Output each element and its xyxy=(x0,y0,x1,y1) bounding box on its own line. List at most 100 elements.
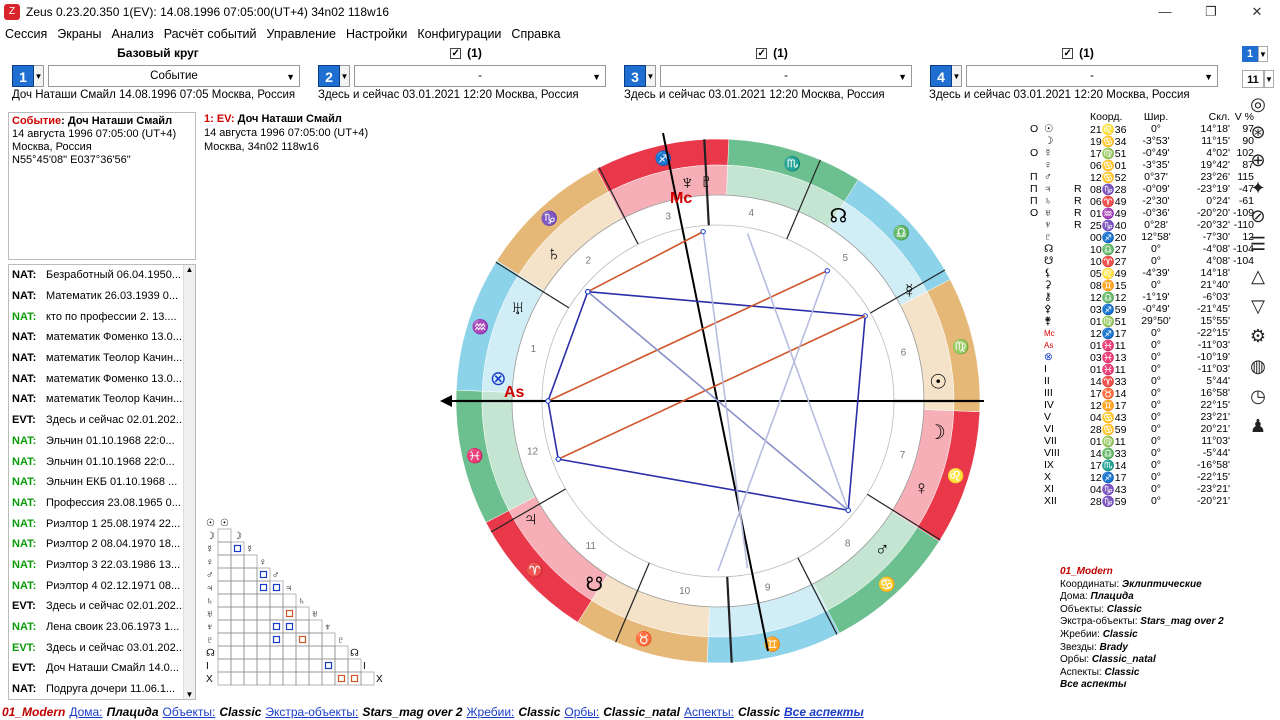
table-row[interactable]: ☊ 10♎27 0° -4°08' -104 xyxy=(1030,243,1254,256)
planet-icon[interactable]: ☊ xyxy=(829,206,847,228)
chevron-down-icon[interactable]: ▼ xyxy=(1264,70,1274,88)
list-item[interactable]: NAT: Эльчин 01.10.1968 22:0... xyxy=(9,451,195,472)
close-button[interactable]: ✕ xyxy=(1234,0,1280,24)
list-item[interactable]: NAT: математик Фоменко 13.0... xyxy=(9,368,195,389)
status-lots-link[interactable]: Жребии: xyxy=(466,705,514,719)
aspects-icon[interactable]: ⊘ xyxy=(1246,204,1270,228)
chevron-down-icon[interactable]: ▼ xyxy=(1258,46,1268,62)
menu-session[interactable]: Сессия xyxy=(0,27,52,41)
list-item[interactable]: NAT: Риэлтор 3 22.03.1986 13... xyxy=(9,555,195,576)
chart-4-number[interactable]: 4 xyxy=(930,65,952,87)
planet-icon[interactable]: ☿ xyxy=(902,281,917,303)
list-item[interactable]: NAT: математик Фоменко 13.0... xyxy=(9,327,195,348)
table-row[interactable]: III 17♉14 0° 16°58' xyxy=(1030,387,1254,400)
chart-1-number[interactable]: 1 xyxy=(12,65,34,87)
table-row[interactable]: ⚳ 08♊15 0° 21°40' xyxy=(1030,279,1254,292)
list-item[interactable]: NAT: Безработный 06.04.1950... xyxy=(9,265,195,286)
list-item[interactable]: NAT: Подруга дочери 11.06.1... xyxy=(9,679,195,699)
list-item[interactable]: NAT: Риэлтор 1 25.08.1974 22... xyxy=(9,513,195,534)
chart-3-combo[interactable]: - ▼ xyxy=(660,65,912,87)
list-item[interactable]: NAT: Эльчин 01.10.1968 22:0... xyxy=(9,431,195,452)
planet-icon[interactable]: ♇ xyxy=(699,170,714,192)
menu-control[interactable]: Управление xyxy=(262,27,342,41)
list-item[interactable]: NAT: математик Теолор Качин... xyxy=(9,348,195,369)
table-row[interactable]: X 12♐17 0° -22°15' xyxy=(1030,471,1254,484)
minimize-button[interactable]: — xyxy=(1142,0,1188,24)
chevron-down-icon[interactable]: ▼ xyxy=(952,65,962,87)
panel-3-checkbox[interactable]: ✓ xyxy=(756,47,768,59)
list-item[interactable]: NAT: Лена своик 23.06.1973 1... xyxy=(9,617,195,638)
table-row[interactable]: I 01♓11 0° -11°03' xyxy=(1030,363,1254,376)
table-row[interactable]: As 01♓11 0° -11°03' xyxy=(1030,339,1254,352)
chart-2-combo[interactable]: - ▼ xyxy=(354,65,606,87)
table-row[interactable]: VI 28♋59 0° 20°21' xyxy=(1030,423,1254,436)
table-row[interactable]: IX 17♏14 0° -16°58' xyxy=(1030,459,1254,472)
status-all-aspects-link[interactable]: Все аспекты xyxy=(784,705,864,719)
filter-icon[interactable]: ▽ xyxy=(1246,294,1270,318)
table-row[interactable]: ☋ 10♈27 0° 4°08' -104 xyxy=(1030,255,1254,268)
table-row[interactable]: II 14♈33 0° 5°44' xyxy=(1030,375,1254,388)
status-objects-link[interactable]: Объекты: xyxy=(163,705,216,719)
table-row[interactable]: ⚴ 03♐59 -0°49' -21°45' xyxy=(1030,303,1254,316)
table-row[interactable]: ♀ 06♋01 -3°35' 19°42' 87 xyxy=(1030,159,1254,172)
list-item[interactable]: EVT: Здесь и сейчас 03.01.202... xyxy=(9,637,195,658)
planet-icon[interactable]: ♂ xyxy=(875,539,890,561)
person-icon[interactable]: ♟ xyxy=(1246,414,1270,438)
chevron-down-icon[interactable]: ▼ xyxy=(646,65,656,87)
shape-icon[interactable]: △ xyxy=(1246,264,1270,288)
menu-analysis[interactable]: Анализ xyxy=(106,27,158,41)
table-row[interactable]: П ♃ R 08♑28 -0°09' -23°19' -47 xyxy=(1030,183,1254,196)
chart-2-number[interactable]: 2 xyxy=(318,65,340,87)
planet-icon[interactable]: ♃ xyxy=(523,508,538,530)
status-extra-link[interactable]: Экстра-объекты: xyxy=(265,705,358,719)
panel-4-checkbox[interactable]: ✓ xyxy=(1062,47,1074,59)
table-row[interactable]: О ☿ 17♍51 -0°49' 4°02' 102 xyxy=(1030,147,1254,160)
table-row[interactable]: XII 28♑59 0° -20°21' xyxy=(1030,495,1254,508)
table-row[interactable]: IV 12♊17 0° 22°15' xyxy=(1030,399,1254,412)
chevron-down-icon[interactable]: ▼ xyxy=(340,65,350,87)
list-item[interactable]: NAT: кто по профессии 2. 13.... xyxy=(9,306,195,327)
table-row[interactable]: О ☉ 21♌36 0° 14°18' 97 xyxy=(1030,123,1254,136)
table-row[interactable]: ⚷ 12♎12 -1°19' -6°03' xyxy=(1030,291,1254,304)
list-item[interactable]: EVT: Здесь и сейчас 02.01.202... xyxy=(9,410,195,431)
table-row[interactable]: П ♂ 12♋52 0°37' 23°26' 115 xyxy=(1030,171,1254,184)
scroll-up-icon[interactable]: ▲ xyxy=(184,265,195,274)
planet-icon[interactable]: ♆ xyxy=(680,172,695,194)
list-item[interactable]: NAT: Профессия 23.08.1965 0... xyxy=(9,493,195,514)
table-row[interactable]: Mc 12♐17 0° -22°15' xyxy=(1030,327,1254,340)
menu-settings[interactable]: Настройки xyxy=(341,27,412,41)
table-row[interactable]: V 04♋43 0° 23°21' xyxy=(1030,411,1254,424)
astro-wheel[interactable]: ♈♉ ♊♋♌♍♎♏♐♑♒♓123 456789101112McAs ☉☽☿♀♂♃♄♅♆… xyxy=(438,121,998,681)
list-item[interactable]: NAT: Математик 26.03.1939 0... xyxy=(9,286,195,307)
table-row[interactable]: ⚸ 05♌49 -4°39' 14°18' xyxy=(1030,267,1254,280)
toolbar-chart-number[interactable]: 1 xyxy=(1242,46,1258,62)
toolbar-count-selector[interactable]: 11 ▼ xyxy=(1242,70,1274,88)
list-item[interactable]: NAT: Риэлтор 4 02.12.1971 08... xyxy=(9,575,195,596)
planet-icon[interactable]: ☋ xyxy=(586,574,604,596)
planet-icon[interactable]: ☽ xyxy=(928,422,946,444)
chart-3-number[interactable]: 3 xyxy=(624,65,646,87)
menu-configs[interactable]: Конфигурации xyxy=(412,27,506,41)
table-row[interactable]: ☽ 19♋34 -3°53' 11°15' 90 xyxy=(1030,135,1254,148)
status-orbs-link[interactable]: Орбы: xyxy=(564,705,599,719)
table-row[interactable]: XI 04♑43 0° -23°21' xyxy=(1030,483,1254,496)
clock-icon[interactable]: ◷ xyxy=(1246,384,1270,408)
orbit-icon[interactable]: ◍ xyxy=(1246,354,1270,378)
table-row[interactable]: ⚵ 01♍51 29°50' 15°55' xyxy=(1030,315,1254,328)
list-item[interactable]: NAT: Эльчин ЕКБ 01.10.1968 ... xyxy=(9,472,195,493)
gear-icon[interactable]: ⚙ xyxy=(1246,324,1270,348)
table-row[interactable]: О ♅ R 01♒49 -0°36' -20°20' -109 xyxy=(1030,207,1254,220)
status-aspects-link[interactable]: Аспекты: xyxy=(684,705,734,719)
list-item[interactable]: NAT: Риэлтор 2 08.04.1970 18... xyxy=(9,534,195,555)
stars-icon[interactable]: ✦ xyxy=(1246,176,1270,200)
menu-events[interactable]: Расчёт событий xyxy=(159,27,262,41)
chart-4-combo[interactable]: - ▼ xyxy=(966,65,1218,87)
toolbar-count[interactable]: 11 xyxy=(1242,70,1264,88)
menu-screens[interactable]: Экраны xyxy=(52,27,106,41)
scroll-down-icon[interactable]: ▼ xyxy=(184,690,195,699)
toolbar-chart-selector[interactable]: 1 ▼ xyxy=(1242,46,1268,62)
panel-2-checkbox[interactable]: ✓ xyxy=(450,47,462,59)
list-item[interactable]: EVT: Здесь и сейчас 02.01.202... xyxy=(9,596,195,617)
table-row[interactable]: ⊗ 03♓13 0° -10°19' xyxy=(1030,351,1254,364)
list-icon[interactable]: ☰ xyxy=(1246,232,1270,256)
